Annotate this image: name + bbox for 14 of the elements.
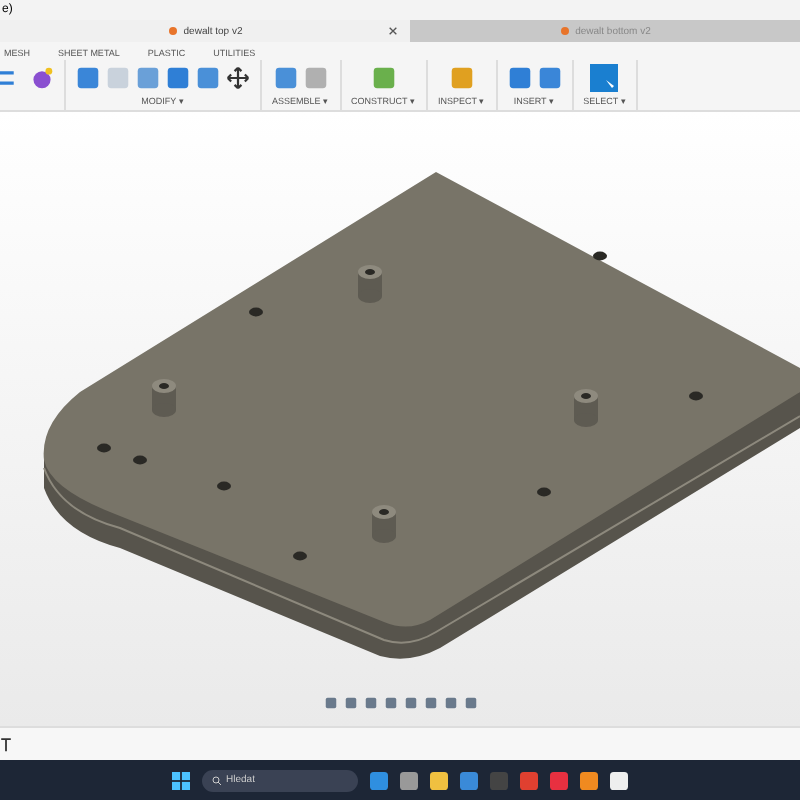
tool-icon[interactable] bbox=[371, 66, 396, 90]
search-icon bbox=[212, 775, 222, 785]
select-icon[interactable] bbox=[590, 64, 619, 92]
tool-icon[interactable] bbox=[507, 66, 532, 90]
tool-icon[interactable] bbox=[537, 66, 562, 90]
tool-icon[interactable] bbox=[76, 66, 100, 90]
tool-icon[interactable] bbox=[449, 66, 474, 90]
tool-icon[interactable] bbox=[166, 66, 190, 90]
windows-icon[interactable] bbox=[172, 771, 190, 789]
close-icon[interactable] bbox=[388, 26, 398, 36]
move-icon[interactable] bbox=[226, 66, 250, 90]
tool-icon[interactable] bbox=[273, 66, 298, 90]
tool-icon[interactable] bbox=[303, 66, 328, 90]
tool-icon[interactable] bbox=[136, 66, 160, 90]
